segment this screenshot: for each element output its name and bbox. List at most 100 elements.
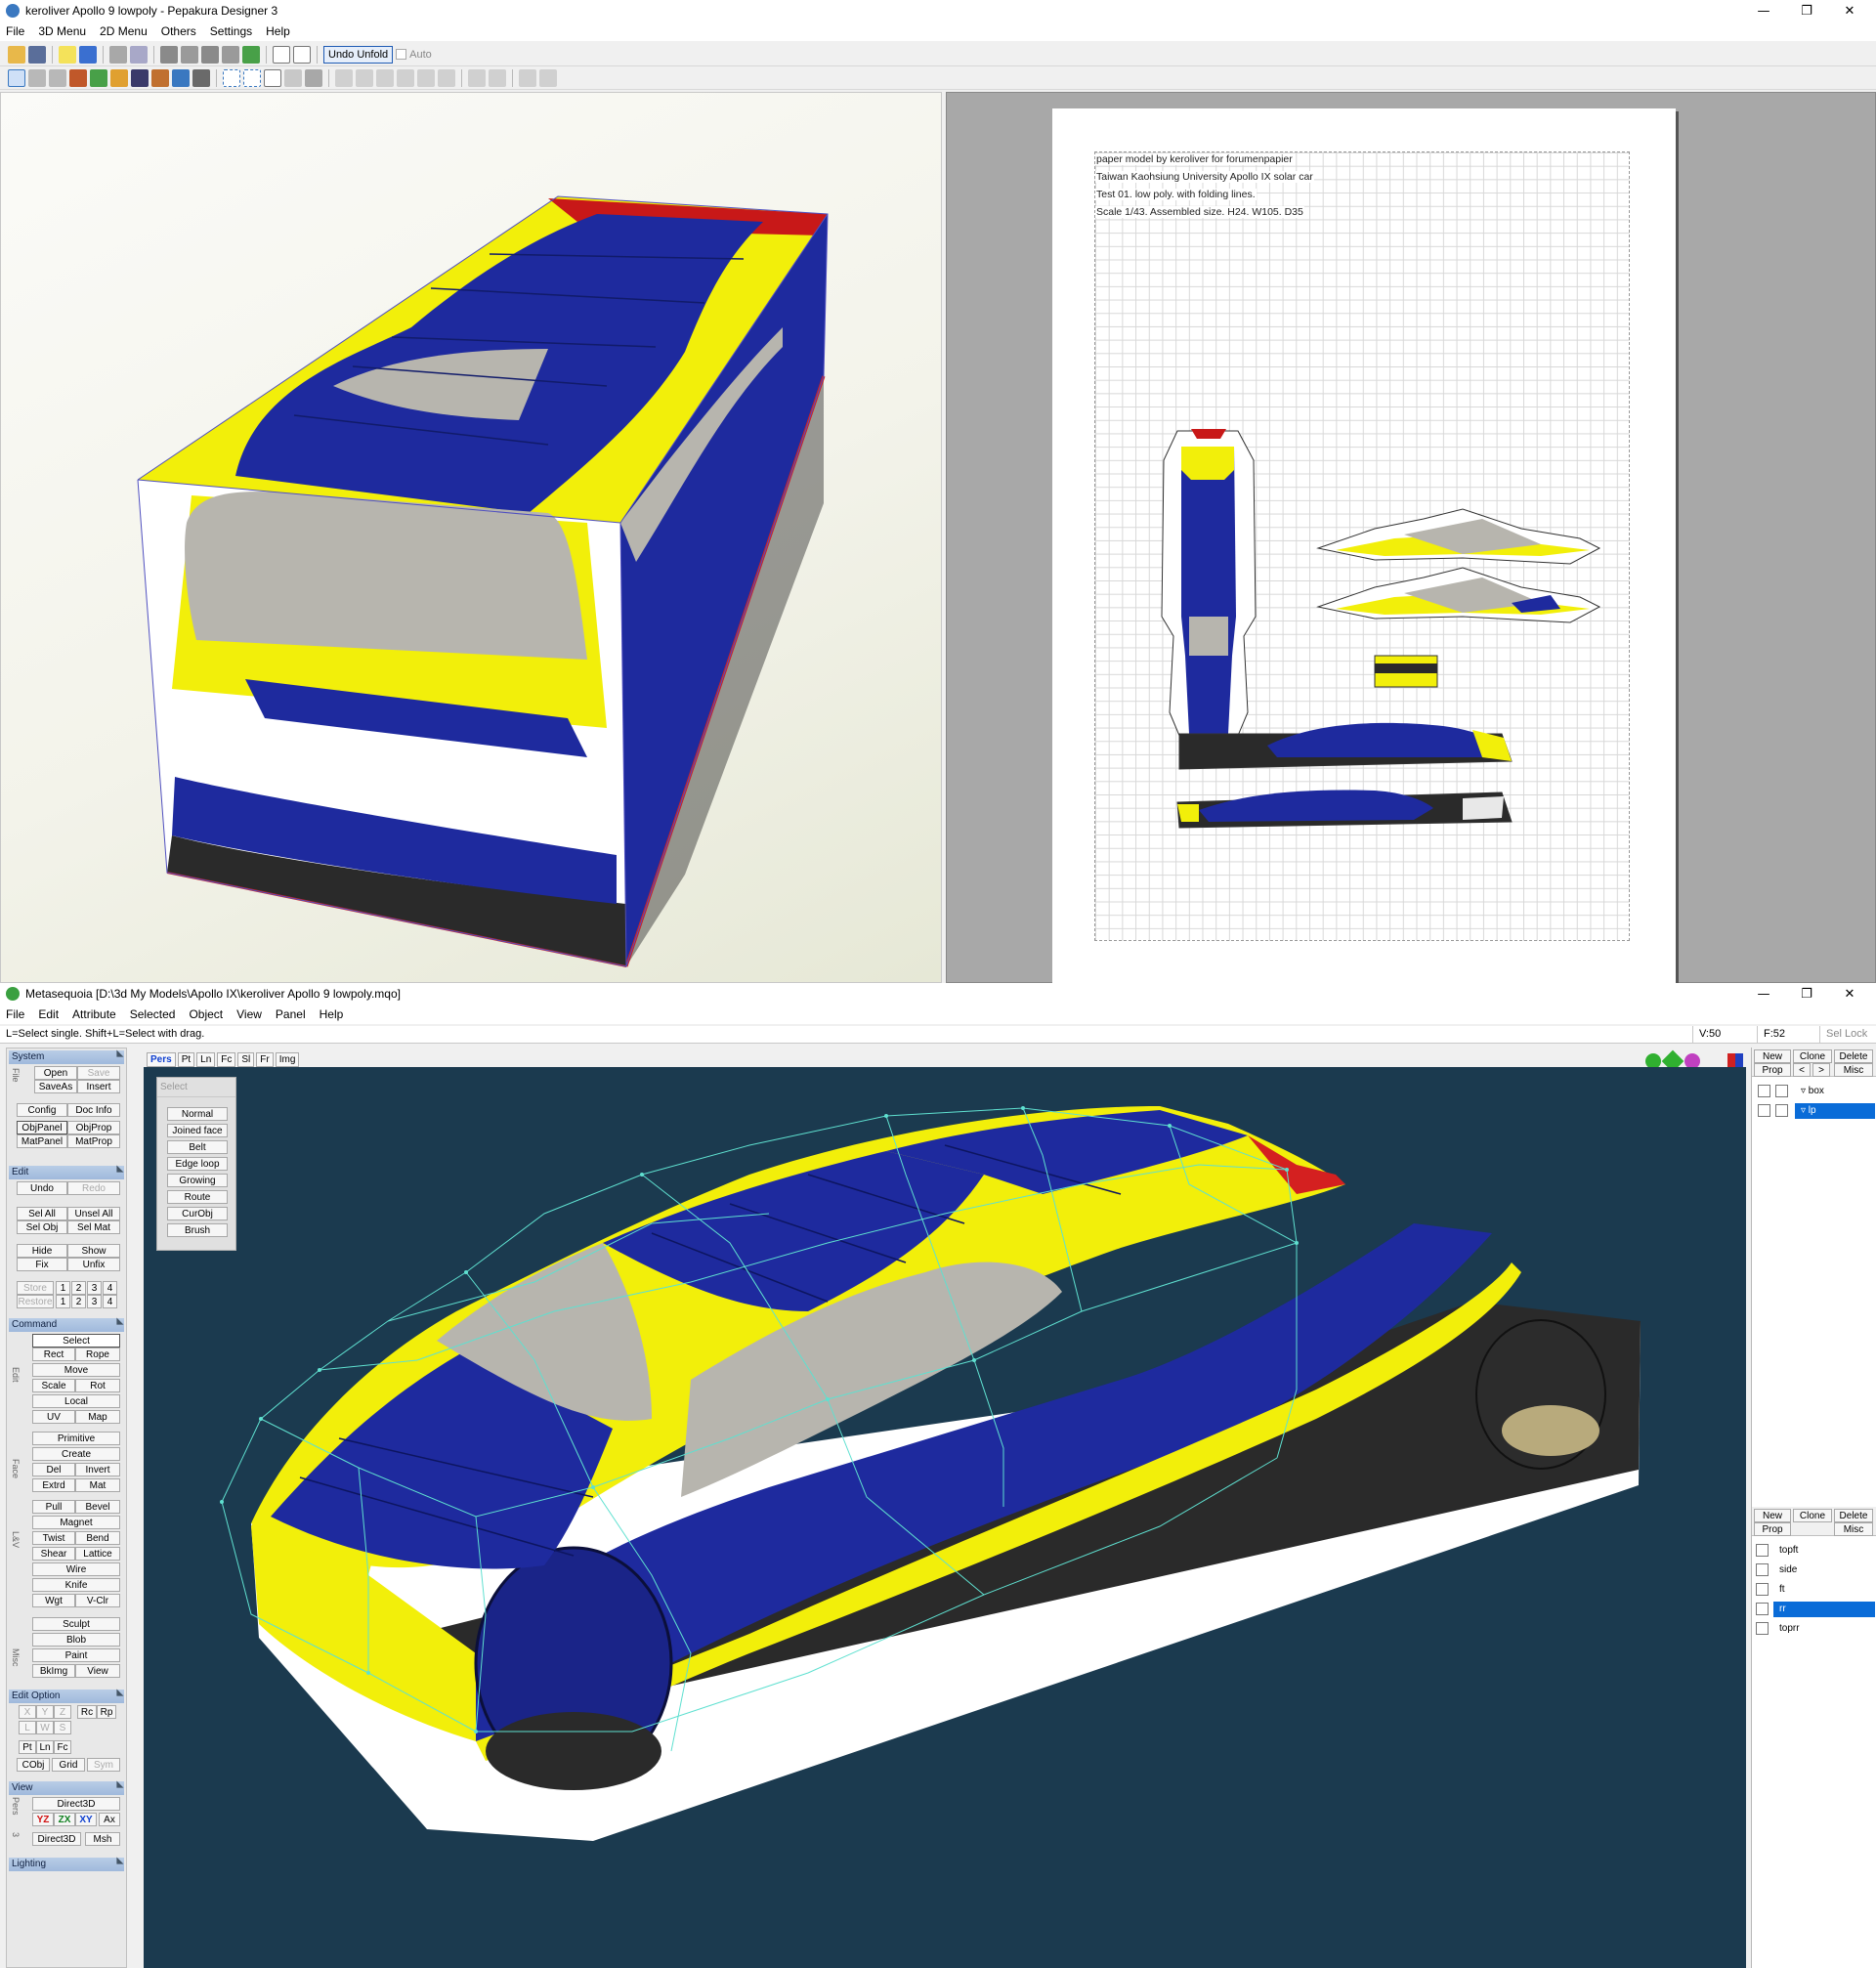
auto-checkbox[interactable]: Auto <box>396 49 432 61</box>
tab-fr[interactable]: Fr <box>256 1051 274 1067</box>
fit-icon[interactable] <box>519 68 536 87</box>
align-middle-icon[interactable] <box>417 68 435 87</box>
store-slot-1[interactable]: 1 <box>56 1281 70 1295</box>
undo-unfold-button[interactable]: Undo Unfold <box>323 45 394 64</box>
restore-icon[interactable]: ❐ <box>1784 0 1829 21</box>
unsel-all-button[interactable]: Unsel All <box>67 1207 120 1220</box>
ln-toggle[interactable]: Ln <box>36 1740 54 1754</box>
check-icon[interactable] <box>242 45 260 64</box>
config-button[interactable]: Config <box>17 1103 67 1117</box>
select-curobj-button[interactable]: CurObj <box>167 1207 228 1220</box>
bend-button[interactable]: Bend <box>75 1531 120 1545</box>
frame-icon[interactable] <box>243 68 261 87</box>
redo-icon[interactable] <box>130 45 148 64</box>
close-icon[interactable]: ✕ <box>1827 983 1872 1005</box>
menu-file[interactable]: File <box>6 24 24 38</box>
menu-settings[interactable]: Settings <box>210 24 252 38</box>
material-new-button[interactable]: New <box>1754 1509 1791 1522</box>
menu-selected[interactable]: Selected <box>130 1007 176 1021</box>
l-toggle[interactable]: L <box>19 1721 36 1734</box>
menu-view[interactable]: View <box>236 1007 262 1021</box>
menu-object[interactable]: Object <box>189 1007 223 1021</box>
select-route-button[interactable]: Route <box>167 1190 228 1204</box>
undo-button[interactable]: Undo <box>17 1181 67 1195</box>
unfold-icon[interactable] <box>181 45 198 64</box>
object-clone-button[interactable]: Clone <box>1793 1049 1832 1063</box>
align-left-icon[interactable] <box>335 68 353 87</box>
page-icon[interactable] <box>264 68 281 87</box>
window-icon[interactable] <box>273 45 290 64</box>
cobj-toggle[interactable]: CObj <box>17 1758 50 1772</box>
object-new-button[interactable]: New <box>1754 1049 1791 1063</box>
visibility-toggle[interactable] <box>1758 1085 1770 1097</box>
save-button[interactable]: Save <box>77 1066 120 1080</box>
align-center-icon[interactable] <box>356 68 373 87</box>
open-icon[interactable] <box>8 45 25 64</box>
ax-view-button[interactable]: Ax <box>99 1813 120 1826</box>
material-row-side[interactable]: side <box>1752 1562 1876 1579</box>
material-checkbox[interactable] <box>1756 1583 1769 1596</box>
zoom-icon[interactable] <box>468 68 486 87</box>
minimize-icon[interactable]: — <box>1741 983 1786 1005</box>
xy-view-button[interactable]: XY <box>75 1813 97 1826</box>
bevel-button[interactable]: Bevel <box>75 1500 120 1514</box>
restore-button[interactable]: Restore <box>17 1295 54 1308</box>
restore-slot-3[interactable]: 3 <box>87 1295 102 1308</box>
tab-ln[interactable]: Ln <box>196 1051 216 1067</box>
rotate-part-icon[interactable] <box>49 68 66 87</box>
section-lighting[interactable]: Lighting <box>9 1858 124 1871</box>
rotate-icon[interactable] <box>109 45 127 64</box>
anchor-icon[interactable] <box>201 45 219 64</box>
magnet-button[interactable]: Magnet <box>32 1516 120 1529</box>
bkimg-button[interactable]: BkImg <box>32 1664 75 1678</box>
material-misc-button[interactable]: Misc <box>1834 1522 1873 1536</box>
section-edit-option[interactable]: Edit Option <box>9 1690 124 1703</box>
pepakura-3d-view[interactable] <box>0 92 942 983</box>
zx-view-button[interactable]: ZX <box>54 1813 75 1826</box>
material-row-topft[interactable]: topft <box>1752 1542 1876 1560</box>
section-view[interactable]: View <box>9 1781 124 1795</box>
object-prev-button[interactable]: < <box>1793 1063 1811 1077</box>
tab-img[interactable]: Img <box>275 1051 300 1067</box>
local-button[interactable]: Local <box>32 1394 120 1408</box>
menu-2d[interactable]: 2D Menu <box>100 24 148 38</box>
menu-edit[interactable]: Edit <box>38 1007 59 1021</box>
select-growing-button[interactable]: Growing <box>167 1174 228 1187</box>
store-slot-4[interactable]: 4 <box>103 1281 117 1295</box>
object-row-lp[interactable]: ▿ lp <box>1752 1102 1876 1120</box>
matprop-button[interactable]: MatProp <box>67 1134 120 1148</box>
perspective-viewport[interactable]: Select Normal Joined face Belt Edge loop… <box>144 1067 1746 1968</box>
fix-button[interactable]: Fix <box>17 1258 67 1271</box>
msh-button[interactable]: Msh <box>85 1832 120 1846</box>
restore-slot-4[interactable]: 4 <box>103 1295 117 1308</box>
select-command-button[interactable]: Select <box>32 1334 120 1348</box>
primitive-button[interactable]: Primitive <box>32 1432 120 1445</box>
menu-3d[interactable]: 3D Menu <box>38 24 86 38</box>
material-row-toprr[interactable]: toprr <box>1752 1620 1876 1638</box>
move-icon[interactable] <box>28 68 46 87</box>
lock-toggle[interactable] <box>1775 1104 1788 1117</box>
save-icon[interactable] <box>28 45 46 64</box>
unfix-button[interactable]: Unfix <box>67 1258 120 1271</box>
material-prop-button[interactable]: Prop <box>1754 1522 1791 1536</box>
axis-y-toggle[interactable]: Y <box>36 1705 54 1719</box>
rect-button[interactable]: Rect <box>32 1348 75 1361</box>
material-checkbox[interactable] <box>1756 1563 1769 1576</box>
tab-fc[interactable]: Fc <box>217 1051 236 1067</box>
edge-icon[interactable] <box>110 68 128 87</box>
objprop-button[interactable]: ObjProp <box>67 1121 120 1134</box>
view-button[interactable]: View <box>75 1664 120 1678</box>
create-button[interactable]: Create <box>32 1447 120 1461</box>
redo-button[interactable]: Redo <box>67 1181 120 1195</box>
axis-x-toggle[interactable]: X <box>19 1705 36 1719</box>
menu-panel[interactable]: Panel <box>276 1007 306 1021</box>
rc-toggle[interactable]: Rc <box>77 1705 97 1719</box>
redo-icon[interactable] <box>192 68 210 87</box>
shear-button[interactable]: Shear <box>32 1547 75 1561</box>
sculpt-button[interactable]: Sculpt <box>32 1617 120 1631</box>
menu-attribute[interactable]: Attribute <box>72 1007 116 1021</box>
map-button[interactable]: Map <box>75 1410 120 1424</box>
store-slot-2[interactable]: 2 <box>71 1281 86 1295</box>
fc-toggle[interactable]: Fc <box>54 1740 71 1754</box>
fit-page-icon[interactable] <box>539 68 557 87</box>
